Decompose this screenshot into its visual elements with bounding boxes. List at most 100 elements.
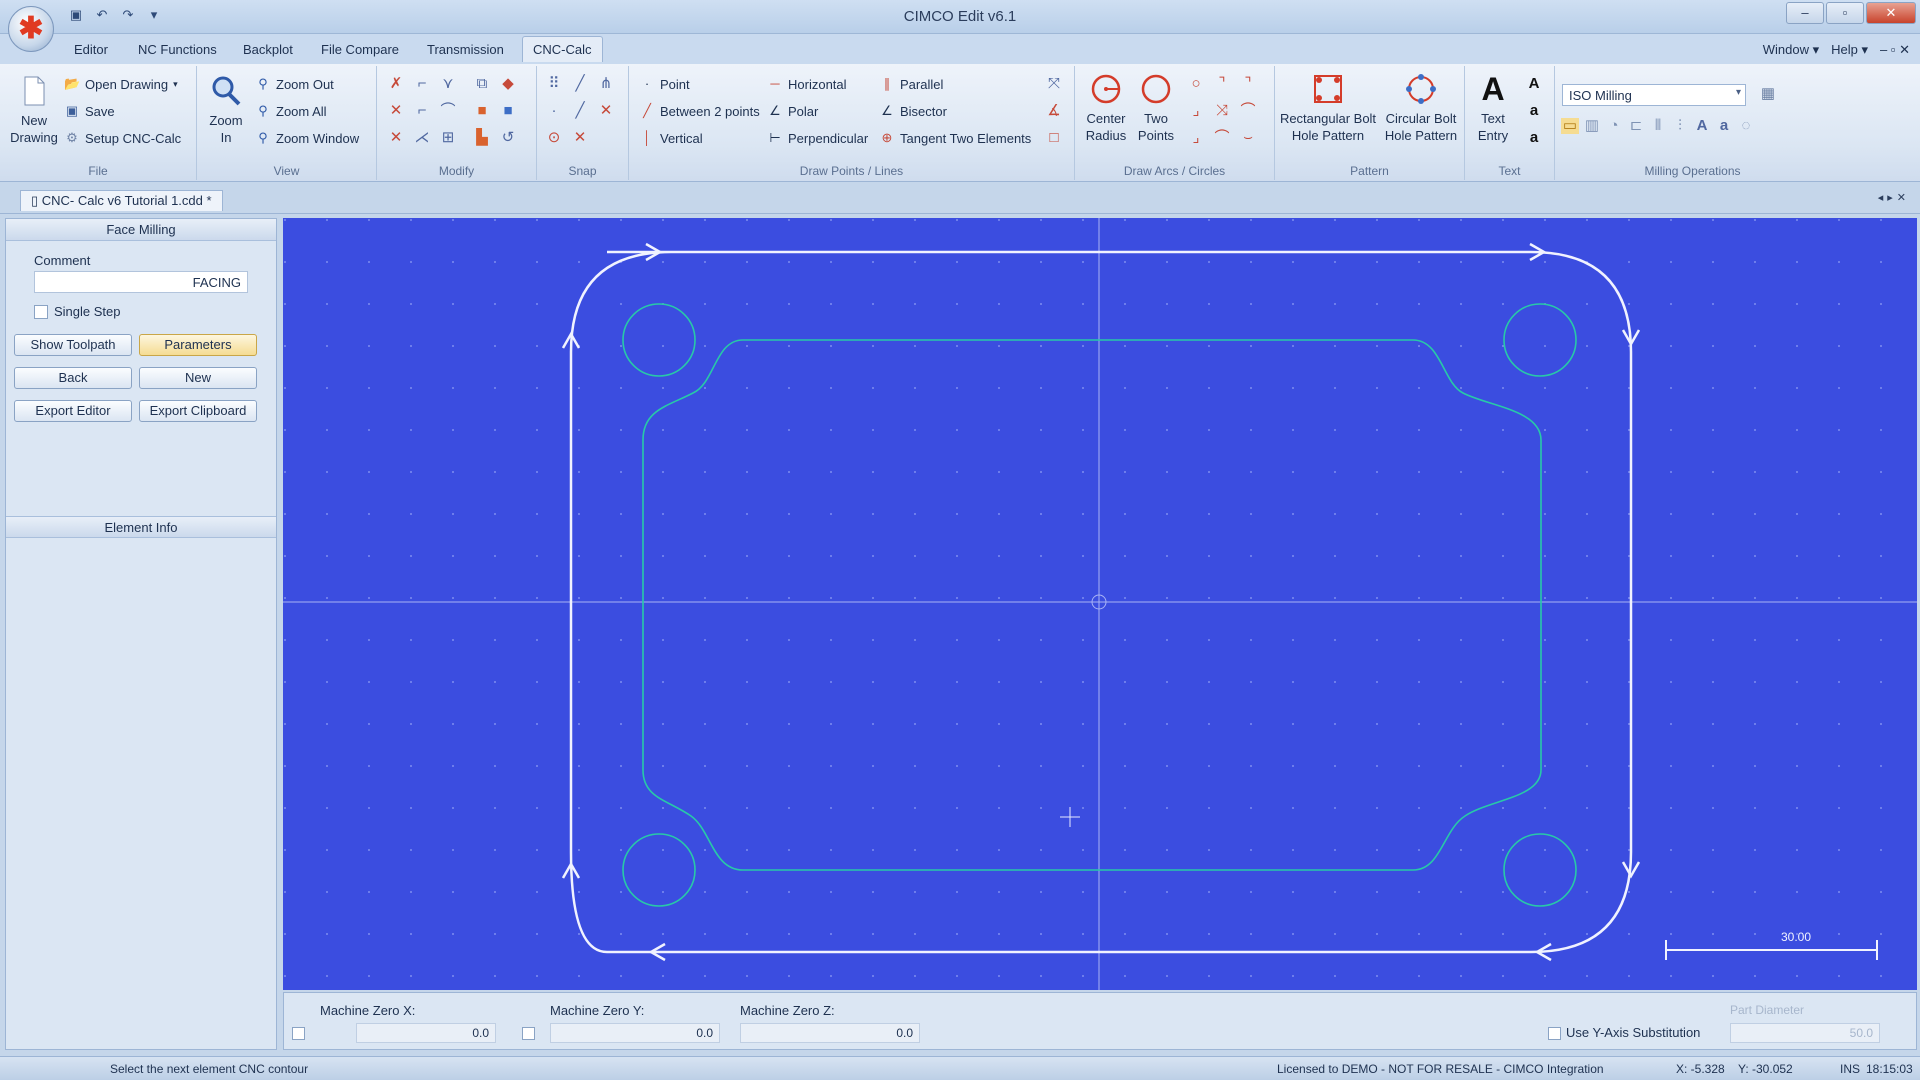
- document-tab[interactable]: ▯ CNC- Calc v6 Tutorial 1.cdd *: [20, 190, 223, 211]
- perpendicular-line-button[interactable]: ⊢ Perpendicular: [767, 130, 868, 146]
- rotate-icon[interactable]: ↺: [499, 130, 517, 146]
- vertical-line-button[interactable]: │ Vertical: [639, 130, 703, 146]
- application-menu-button[interactable]: ✱: [8, 6, 54, 52]
- zoom-all-button[interactable]: ⚲ Zoom All: [255, 103, 326, 119]
- machine-zero-x-checkbox[interactable]: [292, 1027, 305, 1040]
- text-large-icon[interactable]: A: [1525, 76, 1543, 92]
- split-icon[interactable]: ⊞: [439, 130, 457, 146]
- document-nav-controls[interactable]: ◂▸✕: [1878, 191, 1910, 204]
- no-snap-icon[interactable]: ✕: [571, 130, 589, 146]
- corner-icon[interactable]: ⌐: [413, 76, 431, 92]
- single-step-checkbox[interactable]: Single Step: [34, 304, 121, 319]
- zoom-window-button[interactable]: ⚲ Zoom Window: [255, 130, 359, 146]
- line-snap-icon[interactable]: ╱: [571, 76, 589, 92]
- line-tool-2-icon[interactable]: ∡: [1045, 103, 1063, 119]
- setup-cnc-calc-button[interactable]: ⚙ Setup CNC-Calc: [64, 130, 181, 146]
- circular-pocket-icon[interactable]: ◌: [1737, 118, 1755, 134]
- close-button[interactable]: ✕: [1866, 2, 1916, 24]
- polar-line-button[interactable]: ∠ Polar: [767, 103, 818, 119]
- maximize-button[interactable]: ▫: [1826, 2, 1864, 24]
- two-points-circle-button[interactable]: Two Points: [1133, 72, 1179, 144]
- text-entry-button[interactable]: A Text Entry: [1471, 72, 1515, 144]
- offset-icon[interactable]: ⧉: [473, 76, 491, 92]
- contour-milling-icon[interactable]: ▥: [1583, 118, 1601, 134]
- engraving-icon[interactable]: A: [1693, 118, 1711, 134]
- slot-milling-icon[interactable]: ⊏: [1627, 118, 1645, 134]
- pocket-milling-icon[interactable]: ◔: [1605, 118, 1623, 134]
- center-radius-button[interactable]: Center Radius: [1079, 72, 1133, 144]
- arc-fillet-icon[interactable]: ⌒: [1239, 103, 1257, 119]
- line-tool-1-icon[interactable]: ⤧: [1045, 76, 1063, 92]
- trim-icon[interactable]: ✗: [387, 76, 405, 92]
- tangent-two-elements-button[interactable]: ⊕ Tangent Two Elements: [879, 130, 1032, 146]
- parameters-button[interactable]: Parameters: [139, 334, 257, 356]
- mirror-icon[interactable]: ◆: [499, 76, 517, 92]
- drawing-canvas[interactable]: 30.00: [283, 218, 1917, 990]
- copy-icon[interactable]: ■: [499, 103, 517, 119]
- intersect-snap-icon[interactable]: ✕: [597, 103, 615, 119]
- arc-tool-1-icon[interactable]: ⌟: [1187, 130, 1205, 146]
- save-button[interactable]: ▣ Save: [64, 103, 115, 119]
- tab-editor[interactable]: Editor: [74, 42, 108, 57]
- machine-zero-x-input[interactable]: 0.0: [356, 1023, 496, 1043]
- chamfer-icon[interactable]: ⋌: [413, 130, 431, 146]
- parallel-line-button[interactable]: ∥ Parallel: [879, 76, 944, 92]
- back-button[interactable]: Back: [14, 367, 132, 389]
- arc-tool-2-icon[interactable]: ⌒: [1213, 130, 1231, 146]
- delete-icon[interactable]: ✕: [387, 103, 405, 119]
- arc-tool-3-icon[interactable]: ⌣: [1239, 130, 1257, 146]
- drawing-svg[interactable]: 30.00: [283, 218, 1917, 990]
- engraving-small-icon[interactable]: a: [1715, 118, 1733, 134]
- machine-zero-y-checkbox[interactable]: [522, 1027, 535, 1040]
- tab-cnc-calc[interactable]: CNC-Calc: [522, 36, 603, 62]
- checkbox-box[interactable]: [34, 304, 48, 319]
- milling-settings-icon[interactable]: ▦: [1759, 86, 1777, 102]
- text-small-icon[interactable]: a: [1525, 130, 1543, 146]
- tapping-icon[interactable]: ⫶: [1671, 118, 1689, 134]
- tab-transmission[interactable]: Transmission: [427, 42, 504, 57]
- zoom-out-button[interactable]: ⚲ Zoom Out: [255, 76, 334, 92]
- text-medium-icon[interactable]: a: [1525, 103, 1543, 119]
- end-snap-icon[interactable]: ⋔: [597, 76, 615, 92]
- break-icon[interactable]: ⌒: [439, 103, 457, 119]
- erase-icon[interactable]: ✕: [387, 130, 405, 146]
- circular-bolt-hole-pattern-button[interactable]: Circular Bolt Hole Pattern: [1381, 72, 1461, 144]
- rectangular-bolt-hole-pattern-button[interactable]: Rectangular Bolt Hole Pattern: [1277, 72, 1379, 144]
- open-drawing-button[interactable]: 📂 Open Drawing ▾: [64, 76, 178, 92]
- show-toolpath-button[interactable]: Show Toolpath: [14, 334, 132, 356]
- between-2-points-button[interactable]: ╱ Between 2 points: [639, 103, 760, 119]
- horizontal-line-button[interactable]: ─ Horizontal: [767, 76, 846, 92]
- export-clipboard-button[interactable]: Export Clipboard: [139, 400, 257, 422]
- arc-tangent-icon[interactable]: ⌝: [1239, 76, 1257, 92]
- point-button[interactable]: · Point: [639, 76, 690, 92]
- circle-3-points-icon[interactable]: ○: [1187, 76, 1205, 92]
- mdi-controls[interactable]: – ▫ ✕: [1880, 42, 1910, 58]
- rectangle-icon[interactable]: □: [1045, 130, 1063, 146]
- grid-snap-icon[interactable]: ⠿: [545, 76, 563, 92]
- machine-zero-y-input[interactable]: 0.0: [550, 1023, 720, 1043]
- zoom-in-button[interactable]: Zoom In: [203, 74, 249, 146]
- arc-icon[interactable]: ⌝: [1213, 76, 1231, 92]
- milling-type-select[interactable]: ISO Milling ▾: [1562, 84, 1746, 106]
- fillet-icon[interactable]: ⌐: [413, 103, 431, 119]
- comment-input[interactable]: FACING: [34, 271, 248, 293]
- tab-file-compare[interactable]: File Compare: [321, 42, 399, 57]
- y-axis-substitution-checkbox[interactable]: [1548, 1027, 1561, 1040]
- scale-icon[interactable]: ▙: [473, 130, 491, 146]
- tab-backplot[interactable]: Backplot: [243, 42, 293, 57]
- extend-icon[interactable]: ⋎: [439, 76, 457, 92]
- point-snap-icon[interactable]: ·: [545, 103, 563, 119]
- export-editor-button[interactable]: Export Editor: [14, 400, 132, 422]
- arc-cross-icon[interactable]: ⤨: [1213, 103, 1231, 119]
- new-drawing-button[interactable]: New Drawing: [6, 74, 62, 146]
- center-snap-icon[interactable]: ⊙: [545, 130, 563, 146]
- tab-nc-functions[interactable]: NC Functions: [138, 42, 217, 57]
- new-button[interactable]: New: [139, 367, 257, 389]
- mid-snap-icon[interactable]: ╱: [571, 103, 589, 119]
- window-menu[interactable]: Window ▾: [1763, 42, 1819, 58]
- bisector-line-button[interactable]: ∠ Bisector: [879, 103, 947, 119]
- move-icon[interactable]: ■: [473, 103, 491, 119]
- help-menu[interactable]: Help ▾: [1831, 42, 1868, 58]
- drilling-icon[interactable]: ⫴: [1649, 118, 1667, 134]
- face-milling-icon[interactable]: ▭: [1561, 118, 1579, 134]
